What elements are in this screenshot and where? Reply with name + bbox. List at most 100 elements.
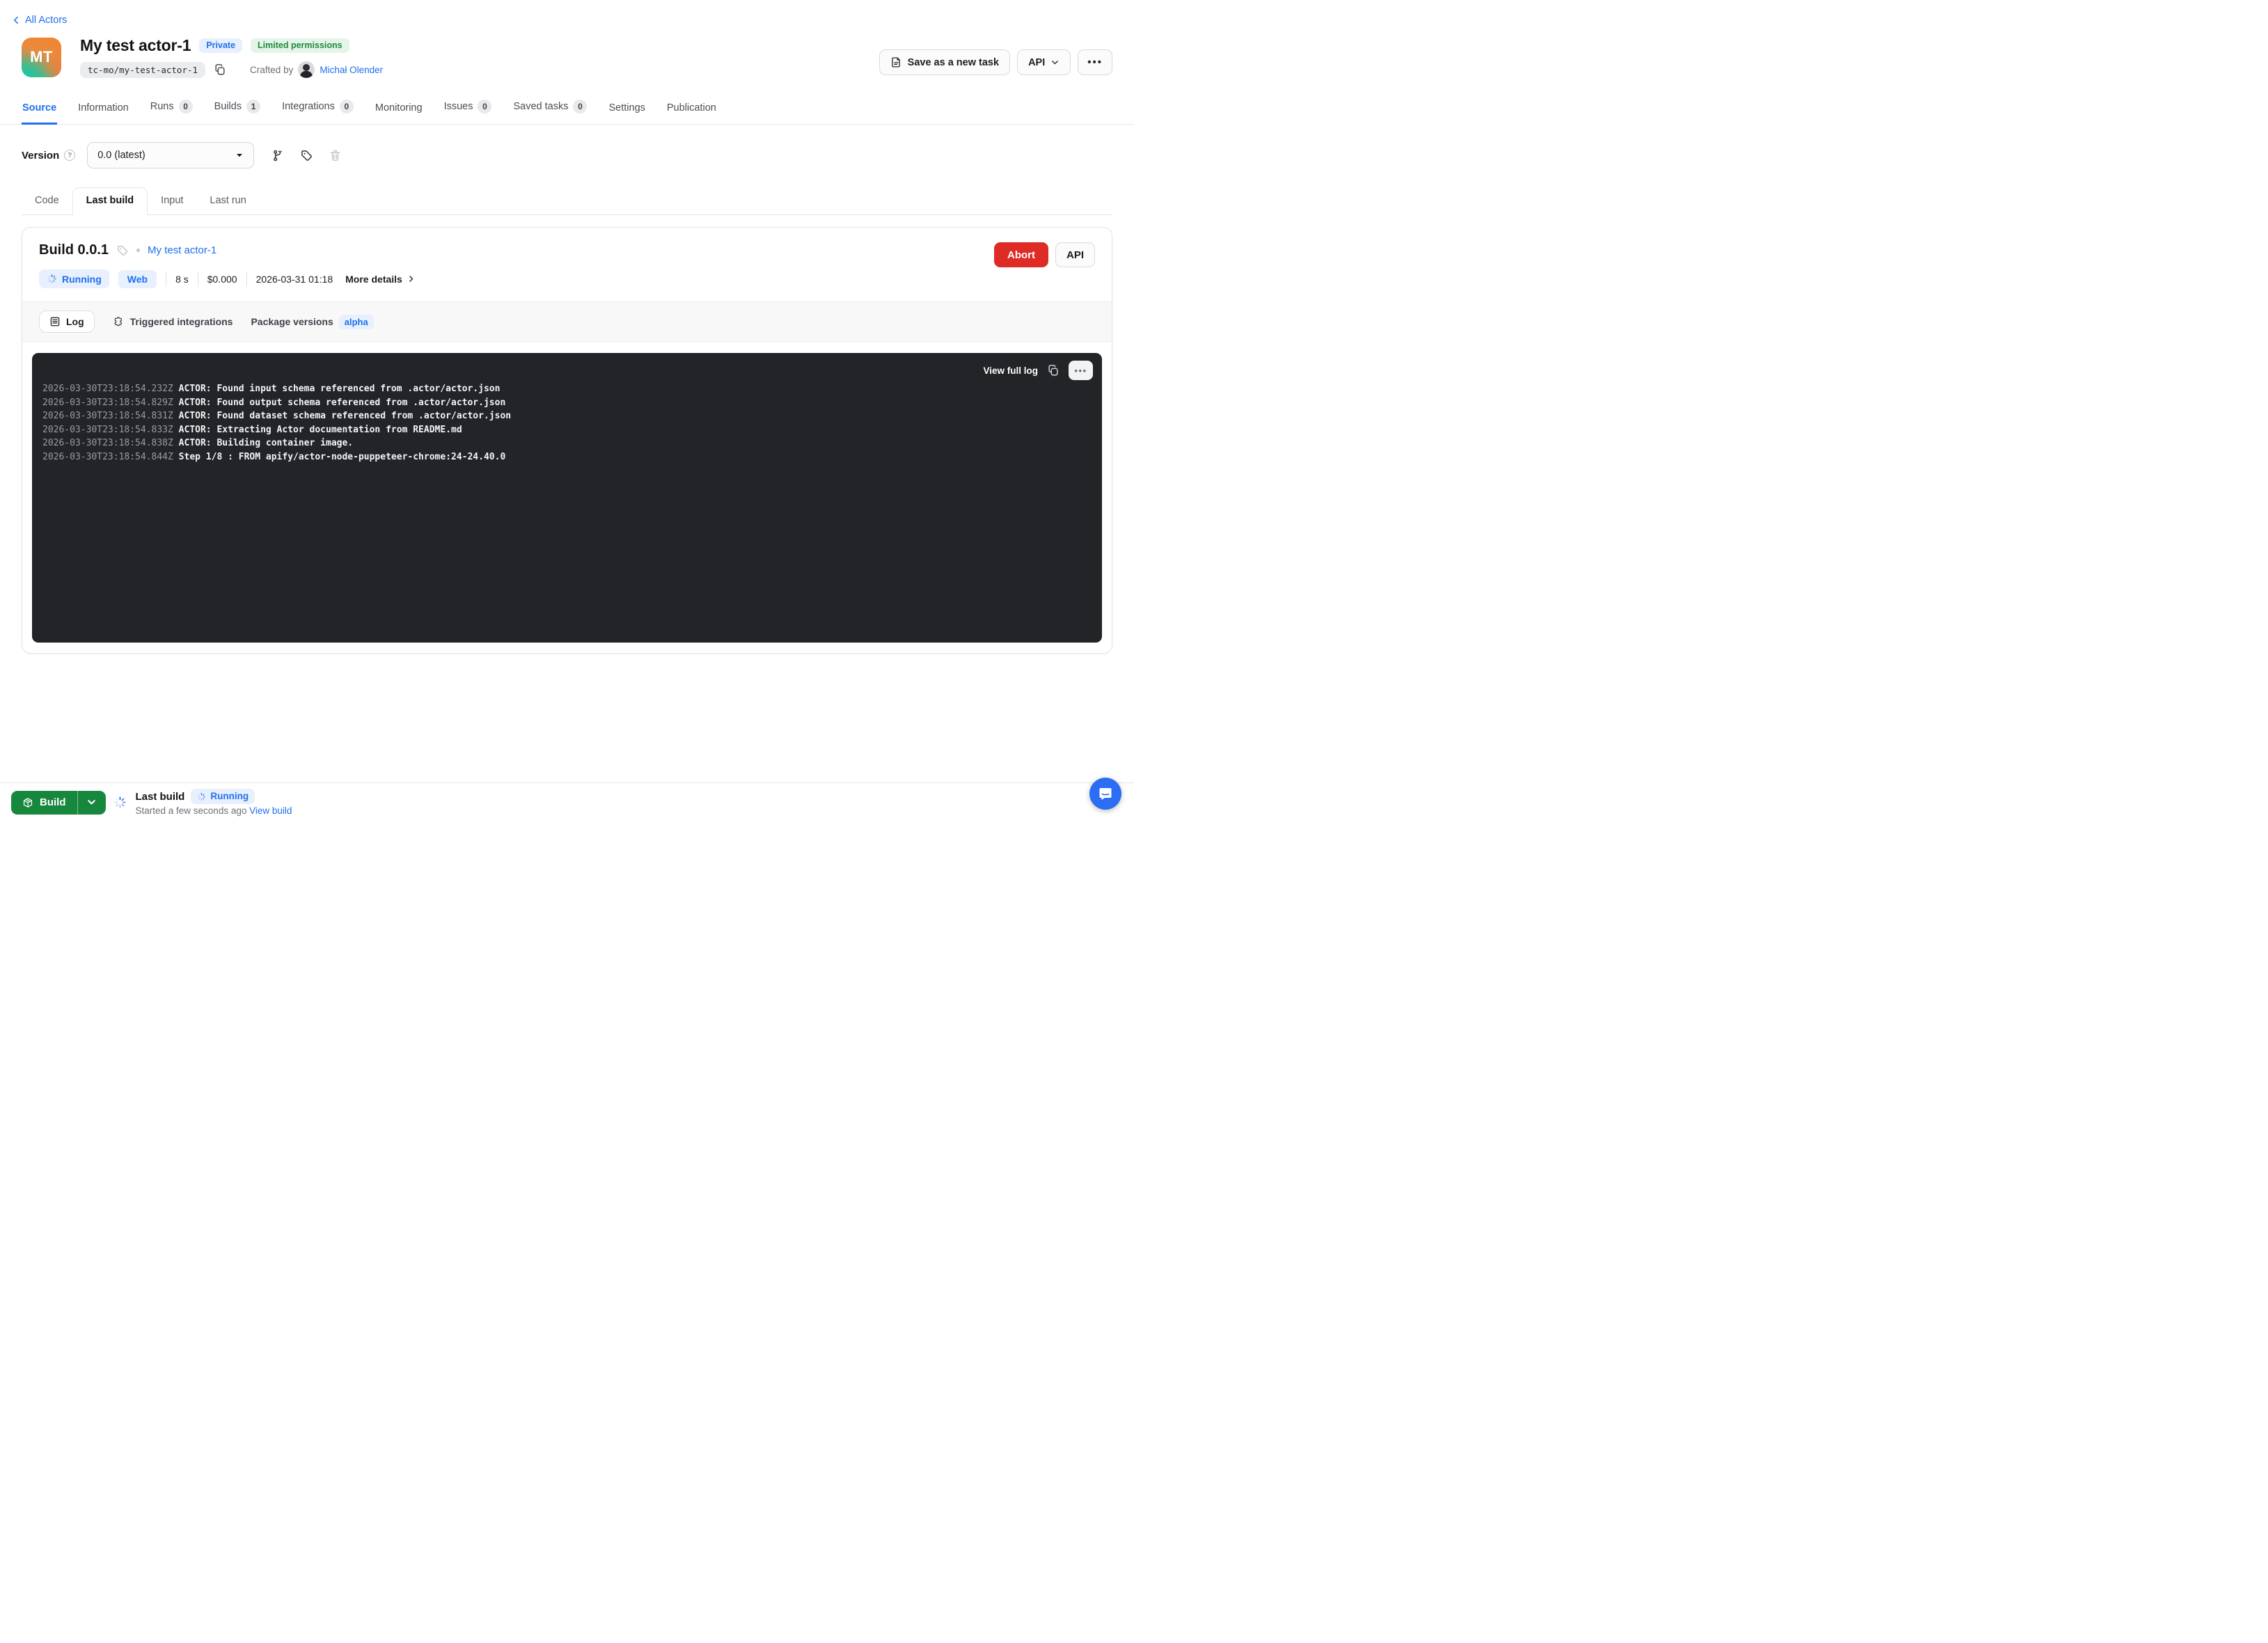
log-message: ACTOR: Found dataset schema referenced f… <box>179 411 511 421</box>
chat-widget-button[interactable] <box>1089 778 1121 810</box>
build-button[interactable]: Build <box>11 791 77 815</box>
build-split-button: Build <box>11 791 106 815</box>
package-version-tag[interactable]: alpha <box>339 315 374 329</box>
tab-count: 0 <box>573 100 587 113</box>
tag-icon[interactable] <box>116 244 129 257</box>
log-line: 2026-03-30T23:18:54.829Z ACTOR: Found ou… <box>42 396 1091 410</box>
copy-log-icon[interactable] <box>1047 364 1060 377</box>
api-dropdown-button[interactable]: API <box>1017 49 1071 75</box>
log-line: 2026-03-30T23:18:54.838Z ACTOR: Building… <box>42 437 1091 450</box>
build-button-label: Build <box>40 796 66 808</box>
log-line: 2026-03-30T23:18:54.833Z ACTOR: Extracti… <box>42 423 1091 437</box>
build-api-button[interactable]: API <box>1055 242 1095 267</box>
breadcrumb-label: All Actors <box>25 15 67 26</box>
tab-source[interactable]: Source <box>22 98 57 125</box>
more-details-link[interactable]: More details <box>345 274 416 285</box>
log-timestamp: 2026-03-30T23:18:54.232Z <box>42 384 173 394</box>
tag-version-icon[interactable] <box>300 149 313 162</box>
tab-builds[interactable]: Builds1 <box>214 95 262 125</box>
version-label: Version <box>22 150 59 162</box>
log-timestamp: 2026-03-30T23:18:54.838Z <box>42 438 173 448</box>
version-select[interactable]: 0.0 (latest) <box>87 142 254 168</box>
actor-avatar-initials: MT <box>30 48 53 66</box>
tab-issues[interactable]: Issues0 <box>443 95 493 125</box>
footer-status-badge: Running <box>191 789 255 804</box>
version-select-value: 0.0 (latest) <box>97 150 145 161</box>
copy-actor-id-icon[interactable] <box>214 63 226 76</box>
package-versions-item: Package versions alpha <box>251 315 373 329</box>
chat-bubble-icon <box>1097 785 1114 802</box>
api-label: API <box>1028 57 1045 68</box>
fork-version-icon[interactable] <box>271 149 285 162</box>
ellipsis-icon: ••• <box>1074 365 1087 376</box>
subtab-input[interactable]: Input <box>148 188 196 214</box>
subtab-last-run[interactable]: Last run <box>196 188 259 214</box>
document-icon <box>890 56 902 68</box>
tab-label: Runs <box>150 101 174 112</box>
actor-detail-page: All Actors MT My test actor-1 Private Li… <box>0 0 1134 822</box>
tab-settings[interactable]: Settings <box>608 98 645 125</box>
build-start-time: 2026-03-31 01:18 <box>256 274 333 285</box>
save-as-new-task-button[interactable]: Save as a new task <box>879 49 1010 75</box>
help-icon[interactable]: ? <box>64 150 75 161</box>
view-build-link[interactable]: View build <box>249 805 292 816</box>
source-subtabs: Code Last build Input Last run <box>22 187 1112 215</box>
log-panel: View full log ••• 2026-03-30T23:18:54.23… <box>22 342 1112 653</box>
build-title: Build 0.0.1 <box>39 242 109 258</box>
tab-runs[interactable]: Runs0 <box>150 95 194 125</box>
tab-label: Settings <box>608 102 645 113</box>
triggered-integrations-button[interactable]: Triggered integrations <box>113 316 233 328</box>
log-message: ACTOR: Found output schema referenced fr… <box>179 398 506 408</box>
tab-publication[interactable]: Publication <box>666 98 717 125</box>
actor-id-chip: tc-mo/my-test-actor-1 <box>80 62 205 78</box>
subtab-label: Last build <box>86 195 134 206</box>
log-terminal[interactable]: View full log ••• 2026-03-30T23:18:54.23… <box>32 353 1102 643</box>
subtab-last-build[interactable]: Last build <box>72 187 148 215</box>
delete-version-icon[interactable] <box>329 149 342 162</box>
subtab-label: Last run <box>210 195 246 206</box>
status-badge-running: Running <box>39 269 109 288</box>
build-api-label: API <box>1066 249 1084 261</box>
log-tab-label: Log <box>66 316 84 327</box>
log-timestamp: 2026-03-30T23:18:54.844Z <box>42 452 173 462</box>
spinner-icon <box>113 796 127 809</box>
build-action-bar: Build Last build Running <box>0 783 1134 822</box>
log-message: ACTOR: Found input schema referenced fro… <box>179 384 501 394</box>
version-row: Version ? 0.0 (latest) <box>22 142 1112 168</box>
log-tab-button[interactable]: Log <box>39 310 95 333</box>
log-more-button[interactable]: ••• <box>1069 361 1093 380</box>
build-cost: $0.000 <box>207 274 237 285</box>
tab-label: Integrations <box>282 101 335 112</box>
actor-tabs: Source Information Runs0 Builds1 Integra… <box>0 95 1134 125</box>
spinner-icon <box>197 792 206 801</box>
author-link[interactable]: Michał Olender <box>320 65 383 75</box>
chevron-left-icon <box>11 15 21 25</box>
tab-information[interactable]: Information <box>77 98 129 125</box>
log-timestamp: 2026-03-30T23:18:54.829Z <box>42 398 173 408</box>
log-line: 2026-03-30T23:18:54.232Z ACTOR: Found in… <box>42 382 1091 396</box>
spinner-icon <box>47 274 57 284</box>
package-box-icon <box>22 797 33 808</box>
subtab-code[interactable]: Code <box>22 188 72 214</box>
dot-separator <box>136 249 140 252</box>
package-versions-label: Package versions <box>251 316 333 327</box>
tab-integrations[interactable]: Integrations0 <box>281 95 354 125</box>
tab-monitoring[interactable]: Monitoring <box>375 98 423 125</box>
tab-saved-tasks[interactable]: Saved tasks0 <box>512 95 588 125</box>
last-build-label: Last build <box>136 791 185 803</box>
log-timestamp: 2026-03-30T23:18:54.833Z <box>42 425 173 435</box>
breadcrumb-all-actors[interactable]: All Actors <box>0 0 67 26</box>
build-card: Build 0.0.1 My test actor-1 Running <box>22 227 1112 654</box>
abort-label: Abort <box>1007 249 1035 261</box>
log-icon <box>49 316 61 327</box>
view-full-log-link[interactable]: View full log <box>983 365 1038 376</box>
crafted-by-label: Crafted by <box>250 65 293 75</box>
chevron-down-icon <box>1050 58 1060 67</box>
build-actor-link[interactable]: My test actor-1 <box>148 244 216 256</box>
more-actions-button[interactable]: ••• <box>1078 49 1112 75</box>
tab-label: Publication <box>667 102 716 113</box>
build-options-button[interactable] <box>77 791 106 815</box>
abort-button[interactable]: Abort <box>994 242 1048 267</box>
build-duration: 8 s <box>175 274 189 285</box>
footer-status-label: Running <box>210 792 249 801</box>
